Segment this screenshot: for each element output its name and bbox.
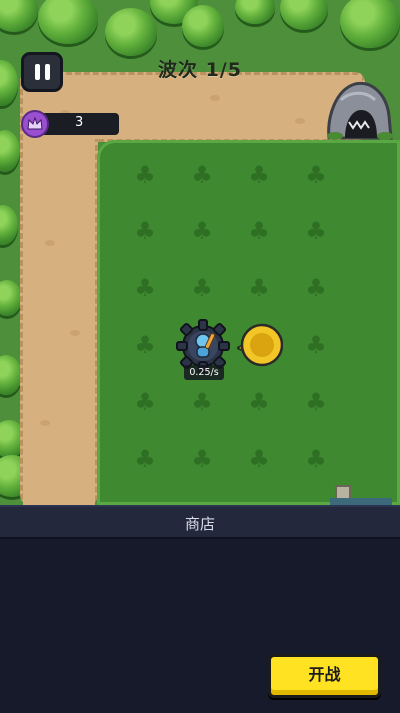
placement-slot[interactable]: ♣	[190, 447, 214, 471]
tree	[340, 0, 400, 48]
placement-slot[interactable]: ♣	[190, 219, 214, 243]
placement-slot[interactable]: ♣	[304, 447, 328, 471]
tree	[38, 0, 98, 44]
tree	[235, 0, 275, 24]
tree	[0, 205, 18, 245]
placement-slot[interactable]: ♣	[190, 390, 214, 414]
coin-bubble-icon[interactable]	[237, 322, 283, 368]
resource-count: 3	[75, 115, 84, 130]
placement-slot[interactable]: ♣	[133, 163, 157, 187]
tree	[105, 8, 157, 56]
outpost-base	[330, 498, 392, 505]
placement-slot[interactable]: ♣	[247, 219, 271, 243]
placement-slot[interactable]: ♣	[304, 390, 328, 414]
pebble	[295, 118, 305, 124]
placement-slot[interactable]: ♣	[133, 276, 157, 300]
placement-slot[interactable]: ♣	[247, 447, 271, 471]
pebble	[210, 95, 220, 101]
tree	[280, 0, 328, 30]
path-fill	[23, 75, 95, 505]
shop-title: 商店	[184, 515, 215, 533]
tree	[0, 0, 38, 32]
placement-slot[interactable]: ♣	[304, 333, 328, 357]
wave-counter: 波次 1/5	[158, 59, 242, 81]
pebble	[70, 330, 80, 336]
shop-header: 商店	[0, 507, 400, 539]
placement-slot[interactable]: ♣	[304, 163, 328, 187]
placement-slot[interactable]: ♣	[133, 219, 157, 243]
placement-slot[interactable]: ♣	[304, 276, 328, 300]
tree	[0, 355, 22, 395]
placement-slot[interactable]: ♣	[304, 219, 328, 243]
start-battle-button[interactable]: 开战	[268, 654, 381, 698]
placement-slot[interactable]: ♣	[133, 390, 157, 414]
pebble	[40, 420, 50, 426]
tree	[182, 5, 224, 47]
placement-slot[interactable]: ♣	[190, 276, 214, 300]
placement-slot[interactable]: ♣	[247, 276, 271, 300]
placement-slot[interactable]: ♣	[133, 447, 157, 471]
tree	[0, 130, 20, 172]
placement-slot[interactable]: ♣	[247, 163, 271, 187]
crown-icon	[21, 110, 49, 138]
placement-slot[interactable]: ♣	[133, 333, 157, 357]
placement-slot[interactable]: ♣	[247, 390, 271, 414]
enemy-cave	[327, 81, 393, 140]
pebble	[45, 240, 55, 246]
resource-counter: 3	[21, 110, 119, 138]
tower-rate-label: 0.25/s	[184, 365, 224, 380]
tree	[0, 280, 22, 316]
placement-slot[interactable]: ♣	[190, 163, 214, 187]
